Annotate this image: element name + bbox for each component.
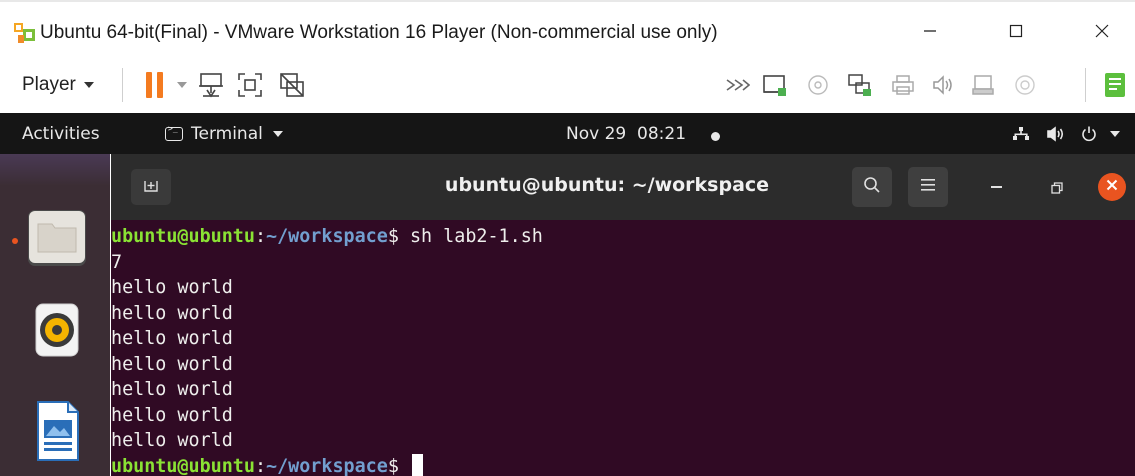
removable-device-icon[interactable]: [760, 70, 790, 100]
prompt-line: ubuntu@ubuntu:~/workspace$: [111, 453, 423, 476]
hamburger-menu-icon: [920, 178, 936, 197]
ubuntu-dock: [0, 154, 110, 476]
ubuntu-top-panel: Activities Terminal Nov 29 08:21: [0, 113, 1135, 154]
app-menu-button[interactable]: Terminal: [165, 124, 283, 144]
active-app-indicator: [12, 238, 18, 244]
player-menu-button[interactable]: Player: [22, 71, 94, 99]
chevron-down-icon: [83, 82, 94, 88]
prompt-symbol: $: [387, 455, 410, 476]
prompt-user-host: ubuntu@ubuntu: [111, 455, 255, 476]
network-wired-icon[interactable]: [1012, 125, 1030, 143]
pause-dropdown-icon[interactable]: [172, 70, 192, 100]
maximize-icon: [1009, 24, 1023, 43]
terminal-minimize-icon[interactable]: [991, 186, 1002, 188]
rhythmbox-speaker-icon: [26, 303, 88, 366]
power-icon[interactable]: [1080, 125, 1098, 143]
new-tab-icon: [143, 177, 159, 198]
cd-icon[interactable]: [803, 70, 833, 100]
prompt-path: ~/workspace: [266, 455, 388, 476]
writer-document-icon: [26, 401, 88, 466]
text-cursor: [411, 453, 423, 476]
terminal-headerbar: ubuntu@ubuntu: ~/workspace: [111, 154, 1135, 220]
unity-icon[interactable]: [277, 70, 307, 100]
command-line: ubuntu@ubuntu:~/workspace$ sh lab2-1.sh: [111, 224, 543, 250]
terminal-title: ubuntu@ubuntu: ~/workspace: [444, 174, 770, 196]
command-text: sh lab2-1.sh: [409, 226, 543, 247]
new-tab-button[interactable]: [131, 169, 171, 205]
minimize-icon: [923, 24, 937, 43]
network-icon[interactable]: [845, 70, 875, 100]
prompt-symbol: $: [387, 226, 410, 247]
dock-item-files[interactable]: [26, 206, 88, 270]
usb-icon[interactable]: [968, 70, 998, 100]
app-menu-label: Terminal: [191, 124, 263, 144]
prompt-colon: :: [254, 455, 267, 476]
prompt-colon: :: [254, 226, 267, 247]
window-title: Ubuntu 64-bit(Final) - VMware Workstatio…: [40, 22, 718, 43]
close-icon: [1095, 24, 1109, 43]
pause-icon[interactable]: [140, 70, 170, 100]
chevron-down-icon[interactable]: [1108, 125, 1120, 143]
vmware-toolbar: Player: [0, 58, 1135, 113]
toolbar-divider: [1085, 68, 1086, 102]
sound-icon[interactable]: [928, 70, 958, 100]
dock-top-shadow: [0, 154, 110, 186]
output-line: hello world: [111, 328, 233, 349]
window-titlebar: Ubuntu 64-bit(Final) - VMware Workstatio…: [0, 0, 1135, 58]
vmware-logo-icon: [14, 23, 38, 45]
output-line: hello world: [111, 302, 233, 324]
terminal-window: ubuntu@ubuntu: ~/workspace ubuntu@ubuntu…: [111, 154, 1135, 476]
output-line: 7: [111, 251, 123, 273]
output-line: hello world: [111, 379, 233, 400]
terminal-close-button[interactable]: [1098, 173, 1126, 201]
maximize-button[interactable]: [994, 10, 1038, 56]
printer-icon[interactable]: [888, 70, 918, 100]
chevron-down-icon: [272, 131, 283, 137]
files-folder-icon: [26, 210, 88, 274]
terminal-restore-icon[interactable]: [1051, 181, 1063, 194]
forward-icon[interactable]: [722, 70, 752, 100]
toolbar-divider: [122, 68, 123, 102]
dock-item-libreoffice-writer[interactable]: [26, 398, 88, 462]
dock-item-rhythmbox[interactable]: [26, 298, 88, 362]
message-icon[interactable]: [1100, 70, 1130, 100]
minimize-button[interactable]: [908, 10, 952, 56]
output-line: hello world: [111, 277, 233, 298]
activities-button[interactable]: Activities: [22, 124, 100, 144]
terminal-icon: [165, 124, 183, 141]
send-ctrl-alt-del-icon[interactable]: [196, 70, 226, 100]
prompt-user-host: ubuntu@ubuntu: [111, 226, 255, 247]
output-line: hello world: [111, 353, 233, 375]
player-menu-label: Player: [22, 74, 76, 95]
fullscreen-icon[interactable]: [235, 70, 265, 100]
volume-icon[interactable]: [1046, 125, 1066, 143]
search-button[interactable]: [852, 167, 892, 207]
output-line: hello world: [111, 404, 233, 426]
close-icon: [1106, 178, 1118, 196]
menu-button[interactable]: [908, 167, 948, 207]
search-icon: [863, 176, 881, 199]
notification-dot-icon: [711, 132, 720, 141]
output-line: hello world: [111, 430, 233, 451]
clock[interactable]: Nov 29 08:21: [566, 124, 686, 144]
disk-icon[interactable]: [1010, 70, 1040, 100]
terminal-output[interactable]: ubuntu@ubuntu:~/workspace$ sh lab2-1.sh …: [111, 224, 1135, 476]
prompt-path: ~/workspace: [266, 226, 388, 247]
close-button[interactable]: [1080, 10, 1124, 56]
